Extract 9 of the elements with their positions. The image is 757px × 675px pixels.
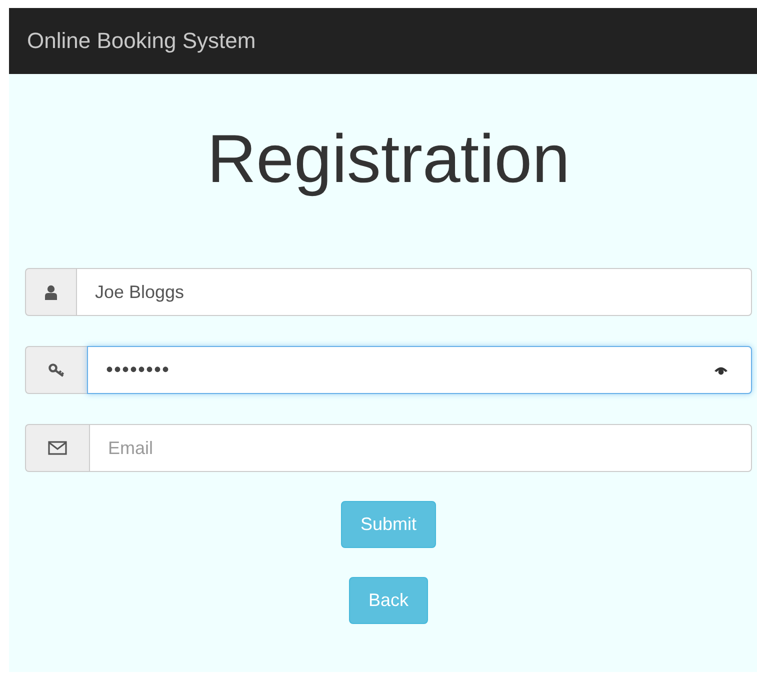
key-icon [48,362,65,378]
person-icon [44,284,58,300]
brand-title[interactable]: Online Booking System [27,28,256,54]
password-field[interactable]: •••••••• [87,346,752,394]
envelope-icon [48,441,67,455]
show-password-icon[interactable] [714,366,728,375]
name-field[interactable]: Joe Bloggs [76,268,752,316]
email-field[interactable]: Email [89,424,752,472]
page-title: Registration [206,120,571,199]
